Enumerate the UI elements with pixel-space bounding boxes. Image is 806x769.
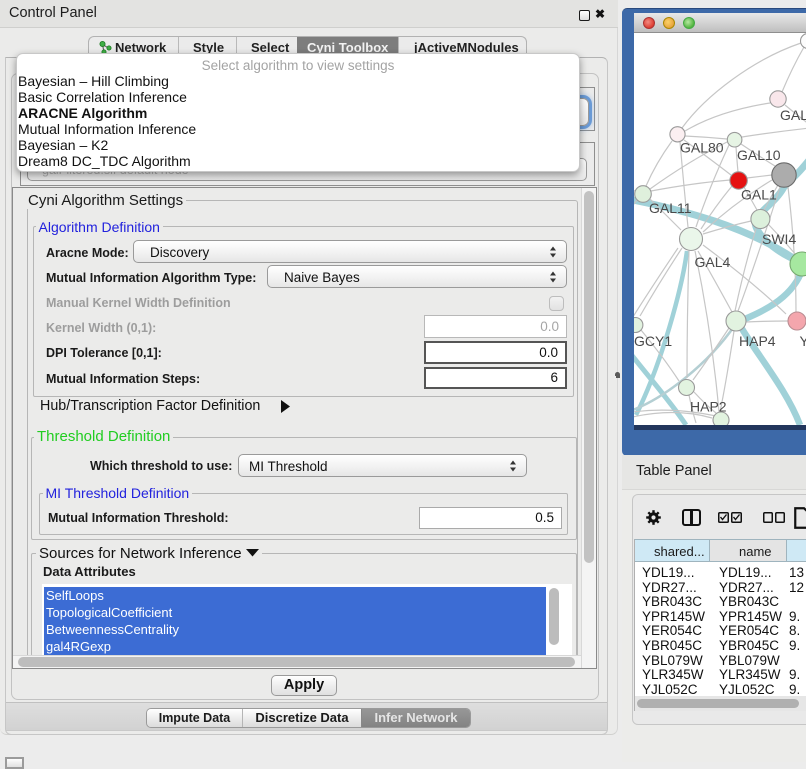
svg-text:GAL80: GAL80	[680, 140, 724, 156]
svg-text:GAL7: GAL7	[780, 107, 806, 123]
svg-text:GAL10: GAL10	[737, 147, 781, 163]
svg-text:GAL4: GAL4	[695, 254, 731, 270]
svg-text:YJ: YJ	[800, 333, 806, 349]
svg-text:GAL11: GAL11	[649, 200, 692, 216]
svg-text:GAL1: GAL1	[741, 187, 777, 203]
svg-text:HAP4: HAP4	[739, 333, 776, 349]
svg-text:GCY1: GCY1	[634, 333, 672, 349]
svg-text:HAP2: HAP2	[690, 399, 727, 415]
svg-text:SWI4: SWI4	[762, 231, 796, 247]
